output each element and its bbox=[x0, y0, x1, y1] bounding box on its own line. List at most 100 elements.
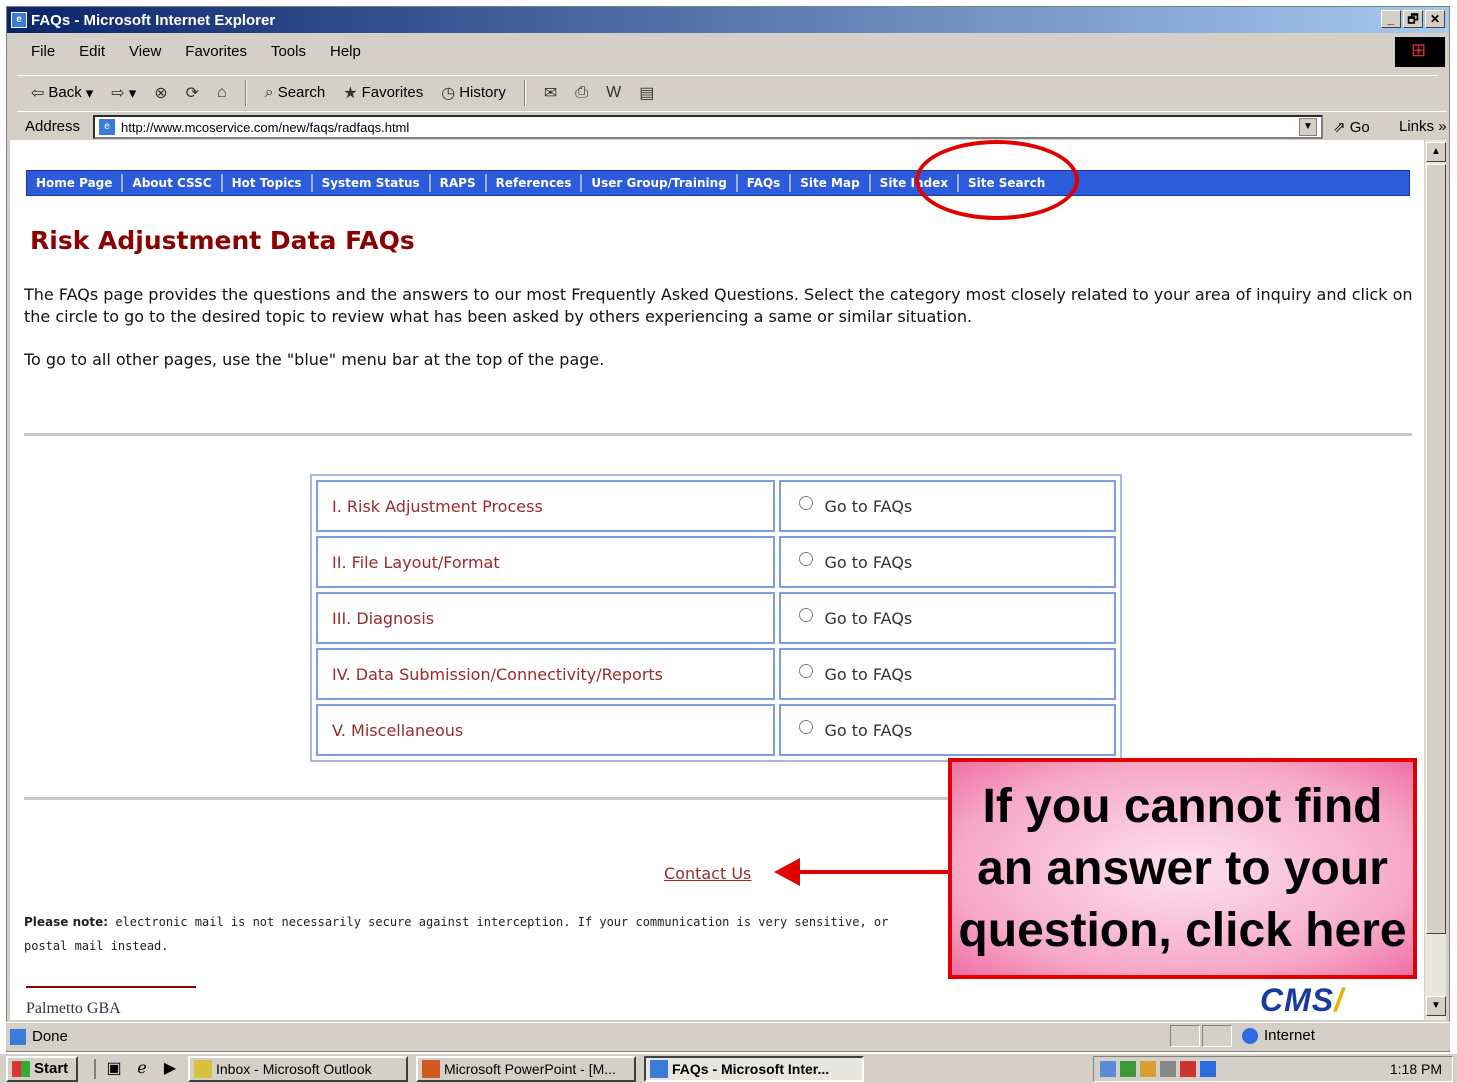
window-controls: _ 🗗 ✕ bbox=[1381, 10, 1445, 28]
mail-icon[interactable]: ✉ bbox=[544, 83, 557, 103]
go-to-faqs-radio[interactable] bbox=[798, 552, 813, 566]
address-input[interactable]: e http://www.mcoservice.com/new/faqs/rad… bbox=[93, 115, 1323, 139]
status-pane bbox=[1202, 1025, 1232, 1047]
status-text: Done bbox=[32, 1028, 68, 1045]
history-button[interactable]: ◷ History bbox=[441, 83, 506, 103]
menu-bar: File Edit View Favorites Tools Help bbox=[17, 39, 361, 63]
quick-launch: ▣ ℯ ▶ bbox=[94, 1058, 180, 1079]
title-bar: e FAQs - Microsoft Internet Explorer _ 🗗… bbox=[7, 7, 1449, 33]
menu-view[interactable]: View bbox=[129, 43, 161, 60]
home-icon[interactable]: ⌂ bbox=[217, 84, 227, 102]
windows-logo-icon bbox=[1395, 37, 1445, 67]
window-title: FAQs - Microsoft Internet Explorer bbox=[31, 11, 276, 29]
faq-category: II. File Layout/Format bbox=[316, 536, 775, 588]
go-to-faqs-radio[interactable] bbox=[798, 664, 813, 678]
globe-icon bbox=[1242, 1027, 1258, 1044]
powerpoint-icon bbox=[422, 1059, 440, 1078]
tray-icon[interactable] bbox=[1120, 1061, 1136, 1077]
show-desktop-icon[interactable]: ▣ bbox=[104, 1059, 124, 1079]
ie-launch-icon[interactable]: ℯ bbox=[132, 1059, 152, 1079]
tray-icon[interactable] bbox=[1200, 1061, 1216, 1077]
annotation-callout: If you cannot find an answer to your que… bbox=[948, 758, 1417, 979]
faq-go-cell: Go to FAQs bbox=[778, 704, 1116, 756]
nav-site-map[interactable]: Site Map bbox=[791, 174, 871, 192]
scroll-down-icon[interactable]: ▼ bbox=[1426, 996, 1446, 1016]
tray-icon[interactable] bbox=[1140, 1061, 1156, 1077]
faq-category: IV. Data Submission/Connectivity/Reports bbox=[316, 648, 775, 700]
media-icon[interactable]: ▶ bbox=[160, 1059, 180, 1079]
minimize-button[interactable]: _ bbox=[1381, 10, 1401, 28]
back-button[interactable]: ⇦ Back ▾ bbox=[31, 83, 93, 103]
nav-home-page[interactable]: Home Page bbox=[27, 174, 124, 192]
vertical-scrollbar[interactable]: ▲ ▼ bbox=[1424, 140, 1446, 1020]
scroll-up-icon[interactable]: ▲ bbox=[1426, 142, 1446, 162]
faq-category: III. Diagnosis bbox=[316, 592, 775, 644]
address-bar: Address e http://www.mcoservice.com/new/… bbox=[17, 111, 1447, 141]
pointer-arrow bbox=[796, 870, 952, 874]
status-bar: Done Internet bbox=[6, 1022, 1450, 1050]
outlook-icon bbox=[194, 1059, 212, 1078]
search-icon: ⌕ bbox=[264, 83, 274, 101]
callout-line-1: If you cannot find bbox=[982, 779, 1383, 833]
restore-button[interactable]: 🗗 bbox=[1403, 10, 1423, 28]
tray-icon[interactable] bbox=[1100, 1061, 1116, 1077]
menu-hint-text: To go to all other pages, use the "blue"… bbox=[24, 350, 605, 369]
callout-line-3: question, click here bbox=[958, 903, 1407, 957]
nav-faqs[interactable]: FAQs bbox=[738, 174, 792, 192]
chevron-down-icon[interactable]: ▼ bbox=[1299, 118, 1317, 136]
nav-hot-topics[interactable]: Hot Topics bbox=[223, 174, 313, 192]
edit-icon[interactable]: W bbox=[606, 84, 621, 102]
page-icon: e bbox=[99, 119, 115, 135]
faq-go-cell: Go to FAQs bbox=[778, 592, 1116, 644]
site-nav-bar: Home Page About CSSC Hot Topics System S… bbox=[26, 170, 1410, 196]
favorites-icon: ★ bbox=[343, 84, 358, 102]
menu-favorites[interactable]: Favorites bbox=[185, 43, 247, 60]
nav-user-group-training[interactable]: User Group/Training bbox=[582, 174, 738, 192]
table-row: I. Risk Adjustment Process Go to FAQs bbox=[314, 478, 1118, 534]
ie-icon bbox=[650, 1059, 668, 1078]
search-button[interactable]: ⌕ Search bbox=[265, 84, 326, 102]
start-button[interactable]: Start bbox=[6, 1055, 78, 1082]
contact-us-link[interactable]: Contact Us bbox=[664, 864, 751, 883]
faq-category: I. Risk Adjustment Process bbox=[316, 480, 775, 532]
go-arrow-icon: ⇗ bbox=[1333, 119, 1346, 136]
nav-references[interactable]: References bbox=[487, 174, 583, 192]
menu-file[interactable]: File bbox=[31, 43, 55, 60]
faq-go-cell: Go to FAQs bbox=[778, 536, 1116, 588]
go-button[interactable]: ⇗ Go bbox=[1333, 118, 1370, 136]
forward-button[interactable]: ⇨ ▾ bbox=[111, 83, 136, 103]
nav-about-cssc[interactable]: About CSSC bbox=[123, 174, 223, 192]
faq-go-cell: Go to FAQs bbox=[778, 480, 1116, 532]
scroll-thumb[interactable] bbox=[1426, 164, 1446, 934]
go-to-faqs-radio[interactable] bbox=[798, 496, 813, 510]
task-outlook[interactable]: Inbox - Microsoft Outlook bbox=[188, 1055, 408, 1082]
menu-tools[interactable]: Tools bbox=[271, 43, 306, 60]
discuss-icon[interactable]: ▤ bbox=[639, 83, 654, 103]
menu-edit[interactable]: Edit bbox=[79, 43, 105, 60]
faqs-highlight-circle bbox=[915, 140, 1079, 220]
menu-help[interactable]: Help bbox=[330, 43, 361, 60]
note-label: Please note: bbox=[24, 915, 109, 929]
forward-arrow-icon: ⇨ bbox=[111, 84, 125, 102]
refresh-icon[interactable]: ⟳ bbox=[186, 83, 199, 103]
nav-system-status[interactable]: System Status bbox=[313, 174, 431, 192]
faq-category-table: I. Risk Adjustment Process Go to FAQs II… bbox=[310, 474, 1122, 762]
task-ie-faqs[interactable]: FAQs - Microsoft Inter... bbox=[644, 1055, 864, 1082]
address-url: http://www.mcoservice.com/new/faqs/radfa… bbox=[121, 119, 410, 135]
system-tray: 1:18 PM bbox=[1093, 1056, 1453, 1082]
palmetto-logo: Palmetto GBA bbox=[26, 986, 196, 1020]
go-to-faqs-radio[interactable] bbox=[798, 608, 813, 622]
stop-icon[interactable]: ⊗ bbox=[154, 83, 167, 103]
nav-raps[interactable]: RAPS bbox=[431, 174, 487, 192]
go-to-faqs-radio[interactable] bbox=[798, 720, 813, 734]
print-icon[interactable]: ⎙ bbox=[575, 84, 588, 102]
toolbar-separator bbox=[244, 79, 247, 106]
tray-icon[interactable] bbox=[1180, 1061, 1196, 1077]
toolbar-separator bbox=[523, 79, 526, 106]
links-button[interactable]: Links » bbox=[1399, 118, 1447, 135]
back-arrow-icon: ⇦ bbox=[31, 84, 45, 102]
volume-icon[interactable] bbox=[1160, 1061, 1176, 1077]
favorites-button[interactable]: ★ Favorites bbox=[343, 83, 423, 103]
close-button[interactable]: ✕ bbox=[1425, 10, 1445, 28]
task-powerpoint[interactable]: Microsoft PowerPoint - [M... bbox=[416, 1055, 636, 1082]
